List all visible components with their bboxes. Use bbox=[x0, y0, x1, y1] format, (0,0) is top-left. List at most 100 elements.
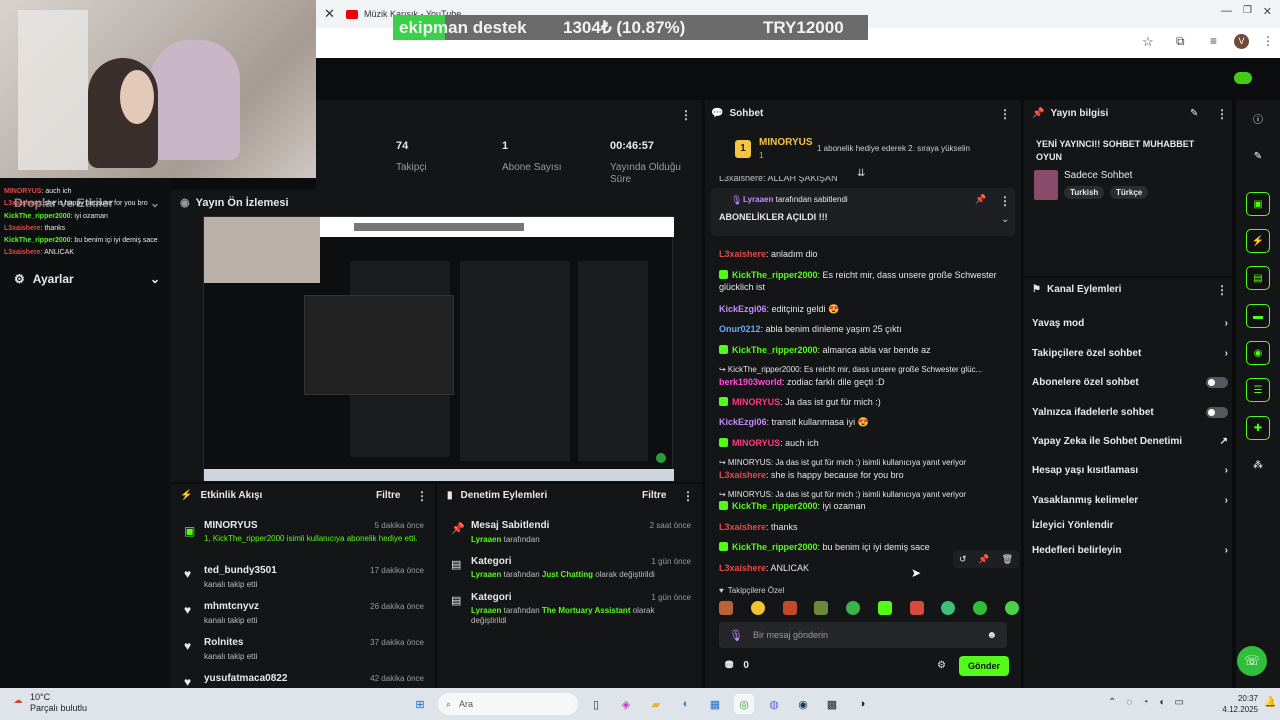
wrench-icon[interactable]: ✚ bbox=[1246, 416, 1270, 440]
file-explorer-icon[interactable]: ▰ bbox=[646, 694, 666, 714]
chat-input[interactable]: 🎙 Bir mesaj gönderin ☻ bbox=[719, 622, 1007, 648]
app-icon[interactable]: ▩ bbox=[822, 694, 842, 714]
chat-icon[interactable]: ▬ bbox=[1246, 304, 1270, 328]
edge-icon[interactable]: ◐ bbox=[676, 694, 696, 714]
steam-icon[interactable]: ◉ bbox=[793, 694, 813, 714]
activity-filter-button[interactable]: Filtre bbox=[376, 490, 400, 501]
more-options-icon[interactable]: ⋮ bbox=[999, 194, 1011, 208]
battery-icon[interactable]: ▭ bbox=[1174, 697, 1183, 708]
chat-bubble-icon: 💬 bbox=[711, 108, 724, 119]
emote-icon[interactable] bbox=[719, 601, 733, 615]
chat-message[interactable]: KickThe_ripper2000: almanca abla var ben… bbox=[719, 344, 1015, 356]
chat-message[interactable]: berk1903world: zodiac farklı dile geçti … bbox=[719, 376, 1015, 388]
start-icon[interactable]: ⊞ bbox=[410, 694, 430, 714]
weather-widget[interactable]: ☁ 10°C Parçalı bulutlu bbox=[10, 692, 88, 714]
chat-message[interactable]: MINORYUS: Ja das ist gut für mich :) bbox=[719, 396, 1015, 408]
chat-message[interactable]: L3xaishere: anladım dio bbox=[719, 248, 1015, 260]
clock[interactable]: 20:37 4.12.2025 bbox=[1222, 693, 1258, 715]
chat-message[interactable]: KickThe_ripper2000: iyi ozaman bbox=[719, 500, 1015, 512]
subscribers-only-action[interactable]: Abonelere özel sohbet bbox=[1032, 377, 1228, 388]
edit-icon[interactable]: ✎ bbox=[1190, 108, 1198, 119]
restore-icon[interactable]: ❐ bbox=[1243, 5, 1252, 16]
emoji-icon[interactable]: ☻ bbox=[986, 630, 997, 641]
emote-icon[interactable] bbox=[1004, 601, 1019, 615]
support-button[interactable]: ☏ bbox=[1237, 646, 1267, 676]
chat-message[interactable]: KickThe_ripper2000: Es reicht mir, dass … bbox=[719, 269, 1015, 293]
drops-menu-item[interactable]: Droplar ve Etkiler ⌄ bbox=[14, 196, 160, 210]
emote-icon[interactable] bbox=[941, 601, 956, 615]
pin-icon[interactable]: 📌 bbox=[975, 194, 986, 205]
window-close-icon[interactable]: ✕ bbox=[1263, 5, 1272, 18]
wifi-icon[interactable]: ◔ bbox=[1142, 697, 1148, 708]
chat-message[interactable]: L3xaishere: she is happy because for you… bbox=[719, 469, 1015, 481]
chevron-up-icon[interactable]: ⌃ bbox=[1108, 697, 1116, 708]
broadcast-icon[interactable]: ◉ bbox=[1246, 341, 1270, 365]
reply-icon[interactable]: ↺ bbox=[959, 554, 967, 565]
top-gifter-name[interactable]: MINORYUS bbox=[759, 137, 813, 148]
send-button[interactable]: Gönder bbox=[959, 656, 1009, 676]
more-options-icon[interactable]: ⋮ bbox=[682, 489, 694, 503]
lightning-icon[interactable]: ⚡ bbox=[1246, 229, 1270, 253]
subscribers-only-toggle[interactable] bbox=[1206, 377, 1228, 388]
emotes-only-toggle[interactable] bbox=[1206, 407, 1228, 418]
list-icon[interactable]: ☰ bbox=[1246, 378, 1270, 402]
obs-icon[interactable]: ◑ bbox=[852, 694, 872, 714]
account-age-action[interactable]: Hesap yaşı kısıtlaması › bbox=[1032, 465, 1228, 476]
chat-message[interactable]: Onur0212: abla benim dinleme yaşım 25 çı… bbox=[719, 323, 1015, 335]
emote-icon[interactable] bbox=[846, 601, 861, 615]
chat-message[interactable]: KickEzgi06: editçiniz geldi 😍 bbox=[719, 303, 1015, 315]
emote-icon[interactable] bbox=[877, 601, 892, 615]
goals-action[interactable]: Hedefleri belirleyin › bbox=[1032, 545, 1228, 556]
ai-moderation-action[interactable]: Yapay Zeka ile Sohbet Denetimi ↗ bbox=[1032, 436, 1228, 447]
more-options-icon[interactable]: ⋮ bbox=[680, 108, 692, 122]
host-action[interactable]: İzleyici Yönlendir bbox=[1032, 520, 1228, 531]
chevron-down-icon[interactable]: ⌄ bbox=[1001, 214, 1009, 225]
emote-icon[interactable] bbox=[814, 601, 829, 615]
preview-video[interactable] bbox=[203, 216, 674, 481]
taskbar-search[interactable]: ⌕ Ara bbox=[438, 693, 578, 715]
emote-icon[interactable] bbox=[973, 601, 988, 615]
minimize-icon[interactable]: — bbox=[1221, 5, 1232, 17]
tray-app-icon[interactable]: ◌ bbox=[1126, 697, 1132, 708]
emote-icon[interactable] bbox=[782, 601, 797, 615]
pen-icon[interactable]: ✎ bbox=[1246, 144, 1270, 168]
more-options-icon[interactable]: ⋮ bbox=[1216, 283, 1228, 297]
menu-icon[interactable]: ⋮ bbox=[1262, 34, 1274, 48]
emote-icon[interactable] bbox=[750, 601, 765, 615]
close-icon[interactable]: ✕ bbox=[324, 6, 335, 22]
more-options-icon[interactable]: ⋮ bbox=[999, 107, 1011, 121]
chrome-icon[interactable]: ◎ bbox=[734, 694, 754, 714]
bookmark-star-icon[interactable]: ☆ bbox=[1142, 34, 1154, 50]
media-icon[interactable]: ≡ bbox=[1210, 34, 1217, 48]
goal-amount: 1304₺ (10.87%) bbox=[563, 18, 686, 37]
doc-icon[interactable]: ▤ bbox=[1246, 266, 1270, 290]
more-options-icon[interactable]: ⋮ bbox=[416, 489, 428, 503]
emote-icon[interactable] bbox=[909, 601, 924, 615]
settings-menu-item[interactable]: ⚙ Ayarlar ⌄ bbox=[14, 272, 160, 286]
pin-icon[interactable]: 📌 bbox=[978, 554, 989, 565]
modlog-filter-button[interactable]: Filtre bbox=[642, 490, 666, 501]
volume-icon[interactable]: ◖ bbox=[1158, 697, 1164, 708]
more-options-icon[interactable]: ⋮ bbox=[1216, 107, 1228, 121]
copilot-icon[interactable]: ◈ bbox=[616, 694, 636, 714]
notification-icon[interactable]: 🔔 bbox=[1264, 697, 1276, 708]
discord-icon[interactable]: ◍ bbox=[764, 694, 784, 714]
chat-message[interactable]: KickEzgi06: transit kullanmasa iyi 😍 bbox=[719, 416, 1015, 428]
extensions-icon[interactable]: ⧉ bbox=[1176, 34, 1185, 49]
profile-avatar[interactable]: V bbox=[1234, 34, 1249, 49]
followers-only-action[interactable]: Takipçilere özel sohbet › bbox=[1032, 348, 1228, 359]
capture-icon[interactable]: ▣ bbox=[1246, 192, 1270, 216]
store-icon[interactable]: ▦ bbox=[705, 694, 725, 714]
apps-icon[interactable]: ⁂ bbox=[1246, 453, 1270, 477]
banned-words-action[interactable]: Yasaklanmış kelimeler › bbox=[1032, 495, 1228, 506]
slow-mode-action[interactable]: Yavaş mod › bbox=[1032, 318, 1228, 329]
chat-message[interactable]: MINORYUS: auch ich bbox=[719, 437, 1015, 449]
task-view-icon[interactable]: ▯ bbox=[586, 694, 606, 714]
delete-icon[interactable]: 🗑 bbox=[1002, 554, 1013, 565]
points-display[interactable]: ⛃ 0 bbox=[725, 660, 749, 671]
gear-icon[interactable]: ⚙ bbox=[937, 660, 946, 671]
info-icon[interactable]: ⓘ bbox=[1246, 106, 1270, 130]
emotes-only-action[interactable]: Yalnızca ifadelerle sohbet bbox=[1032, 407, 1228, 418]
pinned-message[interactable]: 🎙 Lyraaen tarafından sabitlendi 📌 ⋮ ABON… bbox=[711, 188, 1015, 236]
chat-message[interactable]: L3xaishere: thanks bbox=[719, 521, 1015, 533]
